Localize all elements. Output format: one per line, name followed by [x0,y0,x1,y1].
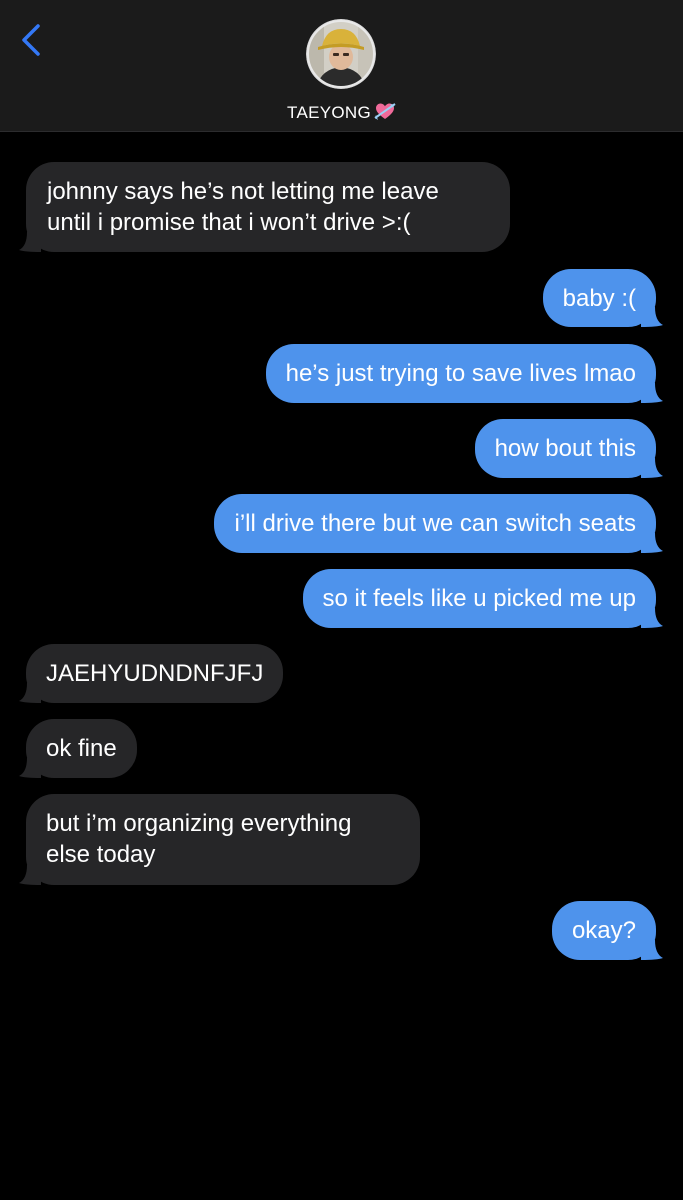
bubble-tail [19,758,41,778]
message-bubble-outgoing[interactable]: how bout this [474,419,663,478]
message-bubble-outgoing[interactable]: i’ll drive there but we can switch seats [214,494,663,553]
chevron-left-icon [22,24,40,56]
message-text-line: johnny says he’s not letting me leave [47,178,439,205]
message-bubble-incoming[interactable]: johnny says he’s not letting me leave un… [19,162,510,252]
message-thread[interactable]: johnny says he’s not letting me leave un… [0,132,683,1200]
conversation-header: TAEYONG [0,0,683,132]
message-text: JAEHYUDNDNFJFJ [46,660,264,687]
message-bubble-incoming[interactable]: but i’m organizing everything else today [19,794,420,885]
message-bubble-outgoing[interactable]: so it feels like u picked me up [302,569,663,628]
message-bubble-outgoing[interactable]: he’s just trying to save lives lmao [265,344,663,403]
bubble-tail [641,383,663,403]
heart-arrow-icon [374,101,396,126]
message-text: how bout this [494,435,636,462]
bubble-tail [641,458,663,478]
contact-name[interactable]: TAEYONG [0,101,683,126]
message-text: i’ll drive there but we can switch seats [234,510,636,537]
message-text: so it feels like u picked me up [322,585,637,612]
message-text-line: else today [46,841,156,868]
contact-name-text: TAEYONG [287,103,371,122]
bubble-tail [641,307,663,327]
message-text-line: until i promise that i won’t drive >:( [47,209,411,236]
message-text: okay? [571,917,636,944]
message-bubble-outgoing[interactable]: okay? [551,901,663,960]
contact-avatar[interactable] [306,19,376,89]
message-bubble-outgoing[interactable]: baby :( [542,269,663,327]
bubble-tail [19,232,41,252]
bubble-tail [641,533,663,553]
message-bubble-incoming[interactable]: ok fine [19,719,137,778]
message-text: he’s just trying to save lives lmao [285,360,636,387]
message-bubble-incoming[interactable]: JAEHYUDNDNFJFJ [19,644,284,703]
bubble-tail [19,865,41,885]
message-text: ok fine [46,735,117,762]
bubble-tail [641,608,663,628]
bubble-tail [641,940,663,960]
message-text: baby :( [562,285,636,312]
bubble-tail [19,683,41,703]
back-button[interactable] [14,20,54,64]
message-text-line: but i’m organizing everything [46,810,352,837]
